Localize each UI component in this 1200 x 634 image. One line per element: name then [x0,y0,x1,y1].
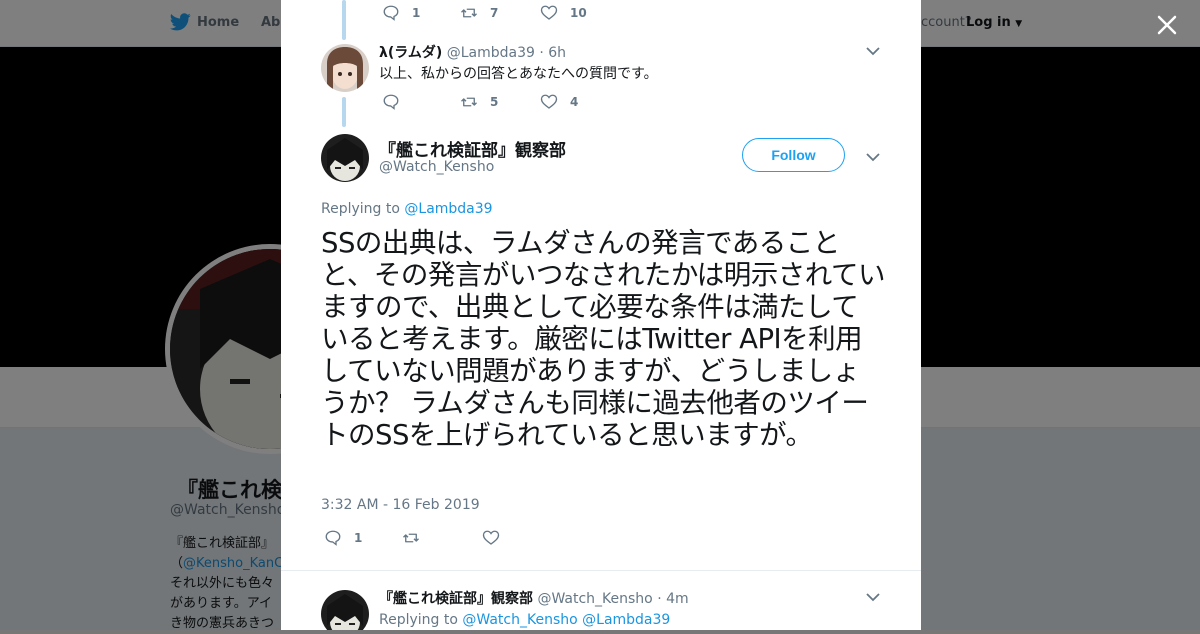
avatar-illustration [321,134,369,182]
avatar-illustration [321,590,369,630]
retweet-icon [403,533,419,543]
tweet-author-avatar[interactable] [321,590,369,630]
replying-to-label: Replying to [379,612,458,628]
retweet-count: 5 [490,95,499,109]
like-action[interactable]: 4 [540,93,578,111]
replying-to-label: Replying to [321,201,400,217]
replying-to-mention[interactable]: @Lambda39 [582,612,670,628]
tweet-text: SSの出典は、ラムダさんの発言であることと、その発言がいつなされたかは明示されて… [321,227,885,451]
tweet-author-avatar[interactable] [321,44,369,92]
tweet-header: λ(ラムダ) @Lambda39 · 6h [379,42,566,62]
tweet-author-avatar[interactable] [321,134,369,182]
tweet-text: 以上、私からの回答とあなたへの質問です。 [379,66,658,82]
heart-icon [482,530,500,545]
tweet-author-handle[interactable]: @Watch_Kensho [537,591,652,607]
replying-to: Replying to @Lambda39 [321,201,493,217]
tweet-timestamp[interactable]: 3:32 AM - 16 Feb 2019 [321,497,480,513]
heart-icon [540,94,558,109]
reply-count: 1 [412,6,421,20]
tweet-author-name[interactable]: 『艦これ検証部』観察部 [379,591,533,607]
like-count: 4 [570,95,579,109]
chevron-down-icon[interactable] [866,592,880,602]
retweet-action[interactable] [402,529,432,547]
retweet-icon [461,97,477,107]
divider [281,570,921,571]
like-action[interactable]: 10 [540,4,587,22]
thread-connector [342,97,346,127]
retweet-count: 7 [490,6,499,20]
reply-icon [325,530,341,546]
heart-icon [540,5,558,20]
reply-count: 1 [354,531,363,545]
tweet-header: 『艦これ検証部』観察部 @Watch_Kensho · 4m [379,588,689,608]
reply-action[interactable] [382,93,412,111]
reply-icon [383,5,399,21]
like-action[interactable] [482,529,512,547]
like-count: 10 [570,6,587,20]
retweet-action[interactable]: 7 [460,4,498,22]
replying-to: Replying to @Watch_Kensho @Lambda39 [379,612,670,628]
close-icon[interactable] [1155,13,1179,37]
tweet-author-handle[interactable]: @Lambda39 [447,45,535,61]
chevron-down-icon[interactable] [866,152,880,162]
reply-action[interactable]: 1 [382,4,420,22]
tweet-author-name[interactable]: λ(ラムダ) [379,45,442,61]
retweet-icon [461,8,477,18]
tweet-time[interactable]: · 4m [657,591,688,607]
follow-button[interactable]: Follow [742,138,845,172]
reply-icon [383,94,399,110]
tweet-time[interactable]: · 6h [539,45,566,61]
replying-to-mention[interactable]: @Lambda39 [404,201,492,217]
tweet-permalink-modal: 1 7 10 λ(ラムダ) @Lambda39 · 6h 以上、私からの回答とあ… [281,0,921,630]
reply-action[interactable]: 1 [324,529,362,547]
chevron-down-icon[interactable] [866,46,880,56]
retweet-action[interactable]: 5 [460,93,498,111]
tweet-author-handle[interactable]: @Watch_Kensho [379,159,494,175]
thread-connector [342,0,346,40]
replying-to-mention[interactable]: @Watch_Kensho [462,612,577,628]
tweet-author-name[interactable]: 『艦これ検証部』観察部 [379,136,566,161]
avatar-illustration [321,44,369,92]
